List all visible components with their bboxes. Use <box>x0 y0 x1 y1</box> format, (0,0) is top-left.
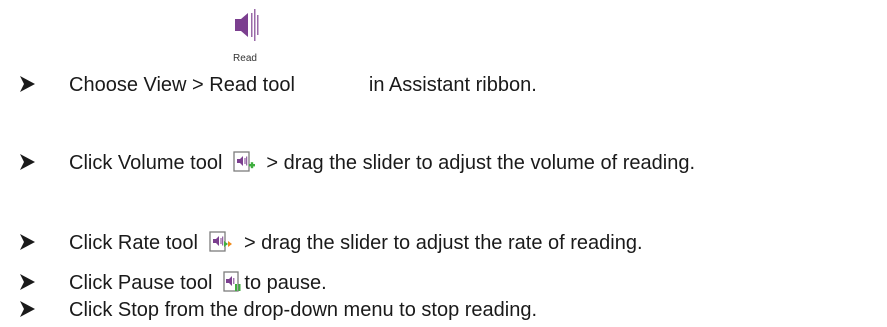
item-text: > drag the slider to adjust the rate of … <box>243 232 643 254</box>
list-item: Click Stop from the drop-down menu to st… <box>0 295 887 325</box>
item-text: Choose View > Read tool <box>69 74 295 96</box>
list-item: Click Rate tool > drag the slider to adj… <box>0 228 887 258</box>
item-text: > drag the slider to adjust the volume o… <box>266 152 695 174</box>
read-icon-label: Read <box>233 53 257 64</box>
item-text: Click Pause tool <box>69 272 213 294</box>
list-item: Click Volume tool > drag the slider to a… <box>0 148 887 178</box>
pause-document-icon <box>222 271 242 295</box>
arrow-bullet-icon <box>20 154 35 170</box>
item-text: to pause. <box>244 272 327 294</box>
arrow-bullet-icon <box>20 274 35 290</box>
rate-document-icon <box>208 231 234 255</box>
item-text: Click Stop from the drop-down menu to st… <box>69 299 538 321</box>
item-text: Click Volume tool <box>69 152 223 174</box>
item-text: Click Rate tool <box>69 232 198 254</box>
volume-document-icon <box>232 151 256 175</box>
arrow-bullet-icon <box>20 234 35 250</box>
list-item: Choose View > Read tool in Assistant rib… <box>0 70 887 100</box>
arrow-bullet-icon <box>20 76 35 92</box>
list-item: Click Pause tool to pause. <box>0 268 887 298</box>
arrow-bullet-icon <box>20 301 35 317</box>
item-text: in Assistant ribbon. <box>368 74 537 96</box>
